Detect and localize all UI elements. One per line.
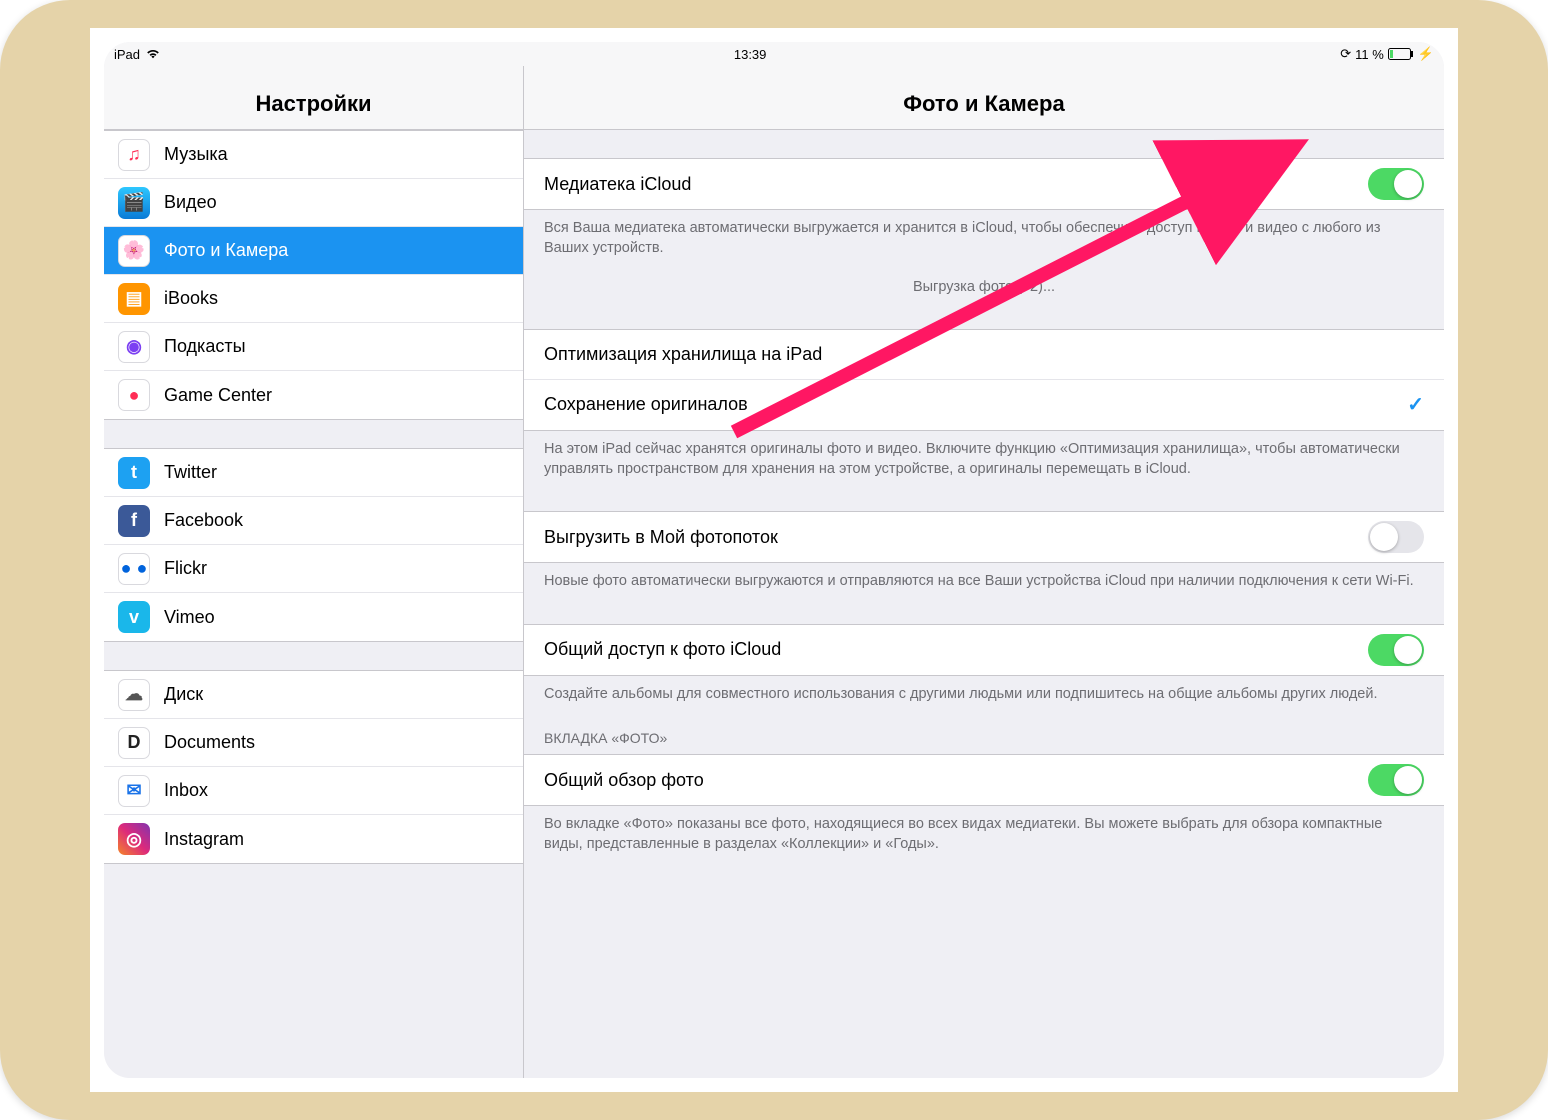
sidebar-item-label: Instagram <box>164 829 244 850</box>
setting-summarize-photos[interactable]: Общий обзор фото <box>524 755 1444 805</box>
battery-text: 11 % <box>1355 47 1384 62</box>
toggle-icloud-library[interactable] <box>1368 168 1424 200</box>
video-icon: 🎬 <box>118 187 150 219</box>
battery-icon <box>1388 48 1414 60</box>
setting-footer: Вся Ваша медиатека автоматически выгружа… <box>524 210 1444 263</box>
sidebar-item-label: Диск <box>164 684 203 705</box>
sidebar-item-label: Game Center <box>164 385 272 406</box>
sidebar-item-label: Подкасты <box>164 336 246 357</box>
setting-label: Сохранение оригиналов <box>544 394 748 415</box>
device-frame: iPad 13:39 ⟳ 11 % ⚡ <box>0 0 1548 1120</box>
setting-optimize-storage[interactable]: Оптимизация хранилища на iPad <box>524 330 1444 380</box>
home-button[interactable] <box>27 533 81 587</box>
screen: iPad 13:39 ⟳ 11 % ⚡ <box>104 42 1444 1078</box>
sidebar-item-inbox[interactable]: ✉ Inbox <box>104 767 523 815</box>
documents-icon: D <box>118 727 150 759</box>
sidebar-item-label: Фото и Камера <box>164 240 288 261</box>
clock: 13:39 <box>734 47 767 62</box>
setting-label: Общий обзор фото <box>544 770 704 791</box>
setting-keep-originals[interactable]: Сохранение оригиналов ✓ <box>524 380 1444 430</box>
setting-label: Медиатека iCloud <box>544 174 691 195</box>
music-icon: ♫ <box>118 139 150 171</box>
sidebar-item-label: Facebook <box>164 510 243 531</box>
toggle-summarize-photos[interactable] <box>1368 764 1424 796</box>
toggle-icloud-photo-sharing[interactable] <box>1368 634 1424 666</box>
sidebar-item-documents[interactable]: D Documents <box>104 719 523 767</box>
rotation-lock-icon: ⟳ <box>1340 46 1351 62</box>
sidebar-item-label: Музыка <box>164 144 228 165</box>
sidebar-item-podcasts[interactable]: ◉ Подкасты <box>104 323 523 371</box>
flickr-icon: ● ● <box>118 553 150 585</box>
setting-footer: Новые фото автоматически выгружаются и о… <box>524 563 1444 595</box>
setting-label: Общий доступ к фото iCloud <box>544 639 781 660</box>
instagram-icon: ◎ <box>118 823 150 855</box>
sidebar-item-label: Twitter <box>164 462 217 483</box>
bezel: iPad 13:39 ⟳ 11 % ⚡ <box>90 28 1458 1092</box>
charging-icon: ⚡ <box>1418 46 1434 62</box>
setting-footer: Создайте альбомы для совместного использ… <box>524 676 1444 708</box>
device-label: iPad <box>114 47 140 62</box>
disk-icon: ☁ <box>118 679 150 711</box>
setting-icloud-library[interactable]: Медиатека iCloud <box>524 159 1444 209</box>
detail-scroll[interactable]: Медиатека iCloud Вся Ваша медиатека автом… <box>524 130 1444 1078</box>
setting-icloud-photo-sharing[interactable]: Общий доступ к фото iCloud <box>524 625 1444 675</box>
facebook-icon: f <box>118 505 150 537</box>
ibooks-icon: ▤ <box>118 283 150 315</box>
sidebar-scroll[interactable]: ♫ Музыка 🎬 Видео 🌸 Фото и Камера ▤ iBooks ◉ Подка… <box>104 130 523 1078</box>
detail-pane: Фото и Камера Медиатека iCloud Вся Ваша м… <box>524 66 1444 1078</box>
sidebar: Настройки ♫ Музыка 🎬 Видео 🌸 Фото и Камера ▤ iB… <box>104 66 524 1078</box>
sidebar-item-flickr[interactable]: ● ● Flickr <box>104 545 523 593</box>
sidebar-item-ibooks[interactable]: ▤ iBooks <box>104 275 523 323</box>
front-camera <box>1496 554 1508 566</box>
sidebar-item-disk[interactable]: ☁ Диск <box>104 671 523 719</box>
toggle-my-photo-stream[interactable] <box>1368 521 1424 553</box>
setting-label: Выгрузить в Мой фотопоток <box>544 527 778 548</box>
setting-footer: Во вкладке «Фото» показаны все фото, нах… <box>524 806 1444 859</box>
sidebar-item-instagram[interactable]: ◎ Instagram <box>104 815 523 863</box>
section-header: ВКЛАДКА «ФОТО» <box>524 708 1444 754</box>
podcasts-icon: ◉ <box>118 331 150 363</box>
photos-camera-icon: 🌸 <box>118 235 150 267</box>
status-bar: iPad 13:39 ⟳ 11 % ⚡ <box>104 42 1444 66</box>
upload-progress-label: Выгрузка фото (72)... <box>524 263 1444 301</box>
sidebar-item-label: iBooks <box>164 288 218 309</box>
setting-label: Оптимизация хранилища на iPad <box>544 344 822 365</box>
setting-footer: На этом iPad сейчас хранятся оригиналы ф… <box>524 431 1444 484</box>
inbox-icon: ✉ <box>118 775 150 807</box>
game-center-icon: ● <box>118 379 150 411</box>
checkmark-icon: ✓ <box>1407 392 1424 417</box>
sidebar-item-vimeo[interactable]: v Vimeo <box>104 593 523 641</box>
sidebar-item-photos-camera[interactable]: 🌸 Фото и Камера <box>104 227 523 275</box>
sidebar-item-music[interactable]: ♫ Музыка <box>104 131 523 179</box>
sidebar-item-facebook[interactable]: f Facebook <box>104 497 523 545</box>
twitter-icon: t <box>118 457 150 489</box>
setting-my-photo-stream[interactable]: Выгрузить в Мой фотопоток <box>524 512 1444 562</box>
sidebar-item-twitter[interactable]: t Twitter <box>104 449 523 497</box>
sidebar-item-label: Documents <box>164 732 255 753</box>
sidebar-item-label: Flickr <box>164 558 207 579</box>
sidebar-item-label: Vimeo <box>164 607 215 628</box>
sidebar-item-game-center[interactable]: ● Game Center <box>104 371 523 419</box>
vimeo-icon: v <box>118 601 150 633</box>
wifi-icon <box>146 49 160 59</box>
sidebar-item-label: Видео <box>164 192 217 213</box>
sidebar-title: Настройки <box>104 66 523 130</box>
sidebar-item-label: Inbox <box>164 780 208 801</box>
detail-title: Фото и Камера <box>524 66 1444 130</box>
sidebar-item-video[interactable]: 🎬 Видео <box>104 179 523 227</box>
